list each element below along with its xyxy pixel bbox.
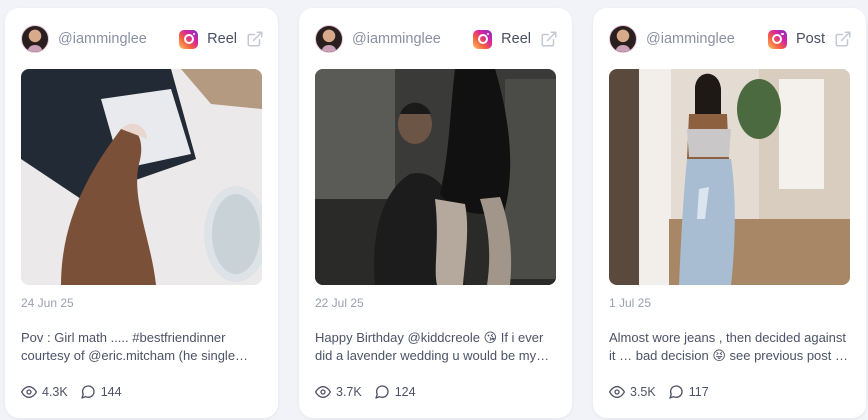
views-stat: 4.3K [21,384,68,400]
avatar[interactable] [315,25,343,53]
card-header: @iamminglee Reel [21,24,264,54]
post-type-label: Reel [501,31,531,47]
comment-icon [669,385,683,399]
card-header: @iamminglee Post [609,24,852,54]
avatar[interactable] [21,25,49,53]
card-header: @iamminglee Reel [315,24,558,54]
eye-icon [21,386,37,398]
eye-icon [609,386,625,398]
post-date: 24 Jun 25 [21,296,74,310]
instagram-icon [179,29,199,49]
username[interactable]: @iamminglee [646,31,735,47]
views-stat: 3.5K [609,384,656,400]
eye-icon [315,386,331,398]
views-count: 3.5K [630,385,656,399]
post-caption: Almost wore jeans , then decided against… [609,330,849,363]
avatar[interactable] [609,25,637,53]
comment-icon [81,385,95,399]
comments-count: 124 [394,385,416,399]
post-grid: @iamminglee Reel 24 Jun 25 Pov : Girl ma… [0,0,868,420]
post-thumbnail[interactable] [609,69,850,285]
instagram-icon [767,29,787,49]
comments-stat: 144 [80,384,122,400]
instagram-icon [473,29,493,49]
post-date: 1 Jul 25 [609,296,652,310]
post-type-label: Reel [207,31,237,47]
views-count: 3.7K [336,385,362,399]
username[interactable]: @iamminglee [58,31,147,47]
post-type-label: Post [795,31,825,47]
username[interactable]: @iamminglee [352,31,441,47]
comments-stat: 117 [668,384,709,400]
post-thumbnail[interactable] [21,69,262,285]
views-count: 4.3K [42,385,68,399]
post-card[interactable]: @iamminglee Reel 24 Jun 25 Pov : Girl ma… [5,8,278,418]
comment-icon [375,385,389,399]
post-stats: 3.7K 124 [315,384,416,400]
post-caption: Happy Birthday @kiddcreole 😘 If i ever d… [315,330,550,363]
comments-count: 117 [688,385,709,399]
post-stats: 3.5K 117 [609,384,709,400]
views-stat: 3.7K [315,384,362,400]
comments-count: 144 [100,385,122,399]
post-card[interactable]: @iamminglee Reel 22 Jul 25 Happy Birthda… [299,8,572,418]
external-link-icon[interactable] [246,30,264,48]
post-thumbnail[interactable] [315,69,556,285]
comments-stat: 124 [374,384,416,400]
external-link-icon[interactable] [834,30,852,48]
post-caption: Pov : Girl math ..... #bestfriendinner c… [21,330,249,363]
post-stats: 4.3K 144 [21,384,122,400]
external-link-icon[interactable] [540,30,558,48]
post-card[interactable]: @iamminglee Post 1 Jul 25 Almost wore je… [593,8,866,418]
post-date: 22 Jul 25 [315,296,364,310]
